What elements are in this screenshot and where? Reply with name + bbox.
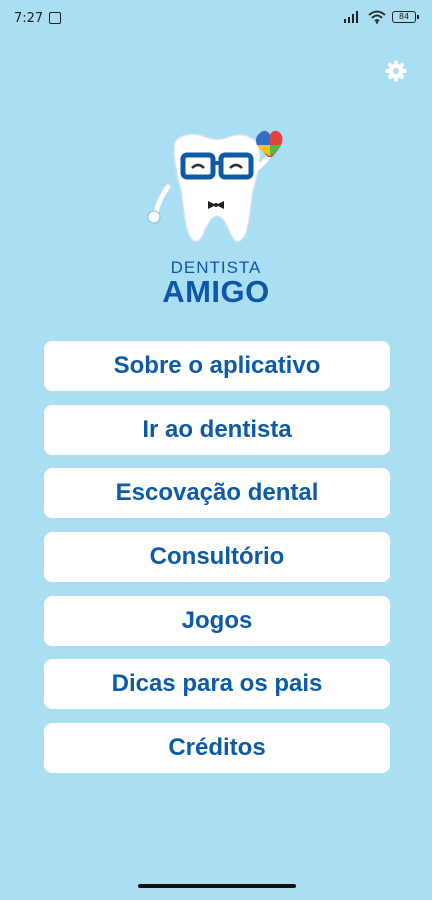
- app-logo: DENTISTA AMIGO: [136, 125, 296, 315]
- credits-button[interactable]: Créditos: [44, 723, 390, 774]
- navigation-bar: [0, 876, 432, 900]
- dental-office-button[interactable]: Consultório: [44, 532, 390, 583]
- status-icons: 84: [342, 10, 419, 24]
- about-app-button[interactable]: Sobre o aplicativo: [44, 341, 390, 391]
- logo-text-amigo: AMIGO: [162, 274, 270, 309]
- status-time: 7:27: [14, 11, 44, 26]
- go-to-dentist-button[interactable]: Ir ao dentista: [44, 404, 390, 455]
- games-button[interactable]: Jogos: [44, 595, 390, 646]
- notification-icon: [49, 12, 61, 24]
- home-gesture-handle[interactable]: [138, 884, 296, 888]
- status-bar: 7:27 84: [0, 0, 432, 36]
- battery-level: 84: [398, 12, 410, 21]
- battery-icon: 84: [392, 11, 419, 23]
- tooth-mascot-icon: [147, 130, 283, 243]
- signal-icon: [344, 11, 358, 23]
- parents-tips-button[interactable]: Dicas para os pais: [44, 659, 390, 710]
- tooth-brushing-button[interactable]: Escovação dental: [44, 468, 390, 519]
- main-menu: Sobre o aplicativo Ir ao dentista Escova…: [44, 341, 390, 787]
- wifi-icon: [368, 10, 386, 24]
- gear-icon[interactable]: [384, 59, 408, 83]
